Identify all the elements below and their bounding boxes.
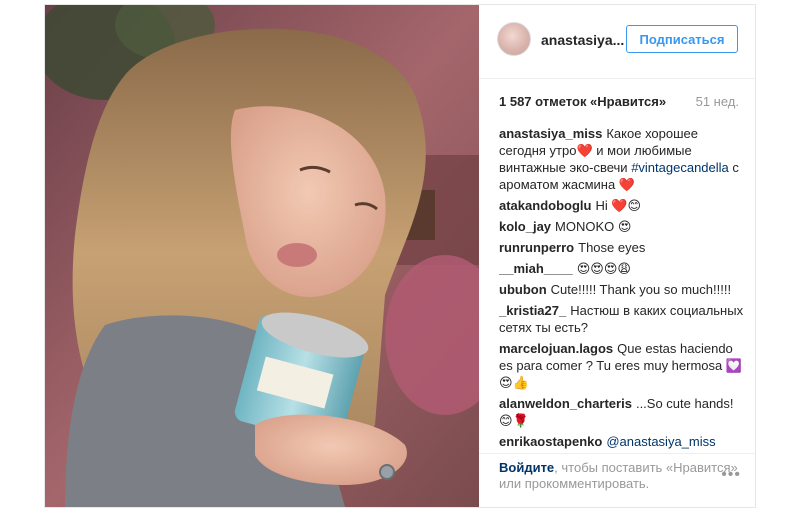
post-sidebar: anastasiya... Подписаться 1 587 отметок … [479,5,755,507]
comment-item: anastasiya_miss Какое хорошее сегодня утр… [499,125,745,193]
avatar[interactable] [497,22,531,56]
comment-username[interactable]: runrunperro [499,240,574,255]
post-footer: Войдите, чтобы поставить «Нравится» или … [479,453,755,507]
comment-item: __miah____ 😍😍😍😩 [499,260,745,277]
post-header: anastasiya... Подписаться [479,5,755,79]
comment-item: ububon Cute!!!!! Thank you so much!!!!! [499,281,745,298]
comment-item: enrikaostapenko@anastasiya_miss privet d… [499,433,745,451]
comment-username[interactable]: alanweldon_charteris [499,396,632,411]
login-prompt: Войдите, чтобы поставить «Нравится» или … [499,460,739,492]
comment-username[interactable]: kolo_jay [499,219,551,234]
comment-emoji: ❤️😊 [611,198,642,213]
comment-tag-link[interactable]: @anastasiya_miss [606,434,715,449]
comment-username[interactable]: _kristia27_ [499,303,566,318]
comment-item: kolo_jay MONOKO 😍 [499,218,745,235]
comments-list: anastasiya_miss Какое хорошее сегодня утр… [499,125,745,451]
comment-emoji: 😊🌹 [499,413,529,428]
comment-emoji: 😍 [617,219,632,234]
comment-item: alanweldon_charteris ...So cute hands! 😊🌹 [499,395,745,429]
comment-tag-link[interactable]: #vintagecandella [631,160,729,175]
comment-username[interactable]: enrikaostapenko [499,434,602,449]
comment-item: atakandoboglu Hi ❤️😊 [499,197,745,214]
comment-emoji: ❤️ [576,143,593,158]
post-photo[interactable] [45,5,479,507]
comment-item: runrunperro Those eyes [499,239,745,256]
comment-emoji: 😍😍😍😩 [576,261,631,276]
username-link[interactable]: anastasiya... [541,32,624,48]
more-options-icon[interactable]: ••• [721,466,741,484]
post-age[interactable]: 51 нед. [696,94,739,109]
comment-emoji: ❤️ [618,177,635,192]
comment-text: Cute!!!!! Thank you so much!!!!! [550,282,732,297]
comment-text: ...So cute hands! [635,396,734,411]
comment-username[interactable]: ububon [499,282,547,297]
likes-row: 1 587 отметок «Нравится» 51 нед. [479,79,755,119]
comment-username[interactable]: marcelojuan.lagos [499,341,613,356]
likes-count[interactable]: 1 587 отметок «Нравится» [499,94,666,109]
login-link[interactable]: Войдите [499,460,554,475]
comment-username[interactable]: anastasiya_miss [499,126,602,141]
instagram-post: anastasiya... Подписаться 1 587 отметок … [44,4,756,508]
comment-text: Those eyes [578,240,646,255]
follow-button[interactable]: Подписаться [626,25,738,53]
comment-username[interactable]: atakandoboglu [499,198,591,213]
comment-text: Hi [595,198,612,213]
comment-username[interactable]: __miah____ [499,261,573,276]
comment-text: MONOKO [555,219,618,234]
comment-item: _kristia27_ Настюш в каких социальных сет… [499,302,745,336]
comment-item: marcelojuan.lagos Que estas haciendo es p… [499,340,745,391]
